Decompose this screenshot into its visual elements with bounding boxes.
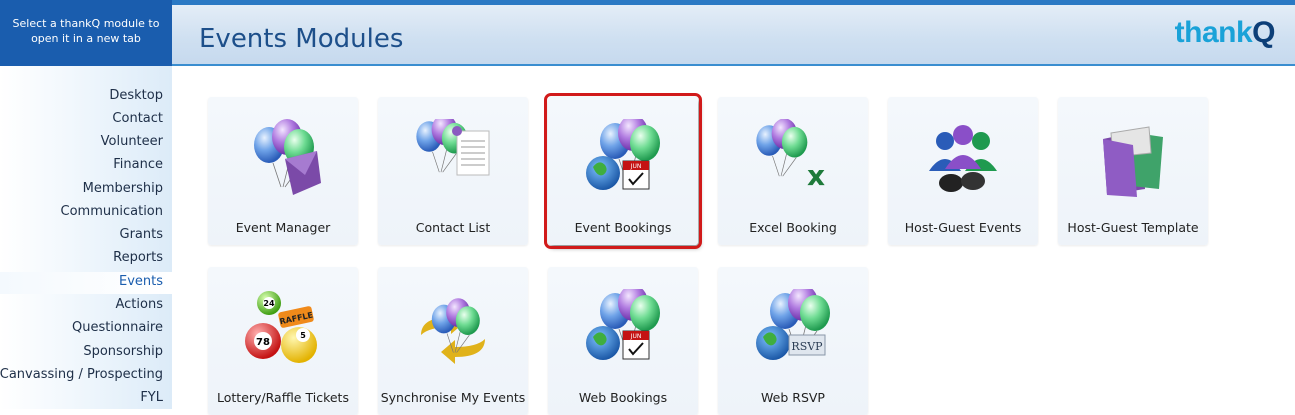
sidebar-item-reports[interactable]: Reports [113, 250, 163, 265]
sidebar-item-desktop[interactable]: Desktop [109, 88, 163, 103]
sidebar-item-fyl[interactable]: FYL [140, 390, 163, 405]
folder-template-icon [1103, 126, 1163, 197]
sidebar-item-finance[interactable]: Finance [113, 157, 163, 172]
balloons-sync-icon [421, 297, 485, 364]
svg-text:RSVP: RSVP [791, 340, 823, 353]
tile-contact-list[interactable]: Contact List [378, 97, 528, 245]
sidebar-item-contact[interactable]: Contact [112, 111, 163, 126]
hint-text: Select a thankQ module to open it in a n… [12, 17, 160, 45]
sidebar-item-communication[interactable]: Communication [61, 204, 163, 219]
sidebar-item-sponsorship[interactable]: Sponsorship [83, 344, 163, 359]
svg-text:5: 5 [300, 331, 306, 340]
tile-host-guest-events[interactable]: Host-Guest Events [888, 97, 1038, 245]
sidebar-item-grants[interactable]: Grants [120, 227, 164, 242]
tile-label: Host-Guest Events [904, 220, 1022, 235]
sidebar: Desktop Contact Volunteer Finance Member… [0, 66, 172, 409]
balloons-list-icon [415, 119, 490, 176]
tile-event-manager[interactable]: Event Manager [208, 97, 358, 245]
page-title: Events Modules [199, 24, 404, 54]
tile-label: Excel Booking [749, 220, 837, 235]
balloons-envelope-icon [253, 119, 321, 195]
tile-label: Synchronise My Events [380, 390, 526, 405]
tile-synchronise-my-events[interactable]: Synchronise My Events [378, 267, 528, 415]
tile-label: Contact List [415, 220, 491, 235]
svg-text:x: x [807, 159, 825, 192]
tile-web-rsvp[interactable]: RSVP Web RSVP [718, 267, 868, 415]
tile-lottery-raffle-tickets[interactable]: 24 RAFFLE 78 5 Lottery/Raffle Tickets [208, 267, 358, 415]
tile-label: Web RSVP [761, 390, 825, 405]
sidebar-item-events[interactable]: Events [119, 274, 163, 289]
sidebar-item-membership[interactable]: Membership [83, 181, 163, 196]
balloons-calendar-icon: JUN [586, 289, 661, 360]
balloons-calendar-icon: JUN [586, 119, 661, 190]
sidebar-item-canvassing[interactable]: Canvassing / Prospecting [0, 367, 163, 382]
page-header: Events Modules thankQ [172, 0, 1295, 66]
lottery-balls-icon: 24 RAFFLE 78 5 [245, 291, 317, 363]
tile-excel-booking[interactable]: x Excel Booking [718, 97, 868, 245]
people-binoculars-icon [929, 125, 997, 192]
balloons-rsvp-icon: RSVP [756, 289, 831, 360]
svg-text:JUN: JUN [630, 163, 642, 170]
thankq-logo: thankQ [1174, 16, 1276, 49]
tile-label: Lottery/Raffle Tickets [217, 390, 349, 405]
tile-label: Event Manager [235, 220, 331, 235]
tile-label: Host-Guest Template [1067, 220, 1199, 235]
tile-web-bookings[interactable]: JUN Web Bookings [548, 267, 698, 415]
tile-host-guest-template[interactable]: Host-Guest Template [1058, 97, 1208, 245]
sidebar-item-questionnaire[interactable]: Questionnaire [72, 320, 163, 335]
tile-label: Event Bookings [574, 220, 672, 235]
sidebar-item-volunteer[interactable]: Volunteer [101, 134, 163, 149]
balloons-excel-icon: x [755, 119, 825, 192]
svg-text:24: 24 [263, 299, 275, 308]
module-hint: Select a thankQ module to open it in a n… [0, 0, 172, 66]
tile-label: Web Bookings [578, 390, 668, 405]
svg-text:JUN: JUN [630, 333, 642, 340]
svg-text:78: 78 [256, 337, 270, 348]
tile-event-bookings[interactable]: JUN Event Bookings [544, 93, 702, 249]
sidebar-item-actions[interactable]: Actions [116, 297, 164, 312]
